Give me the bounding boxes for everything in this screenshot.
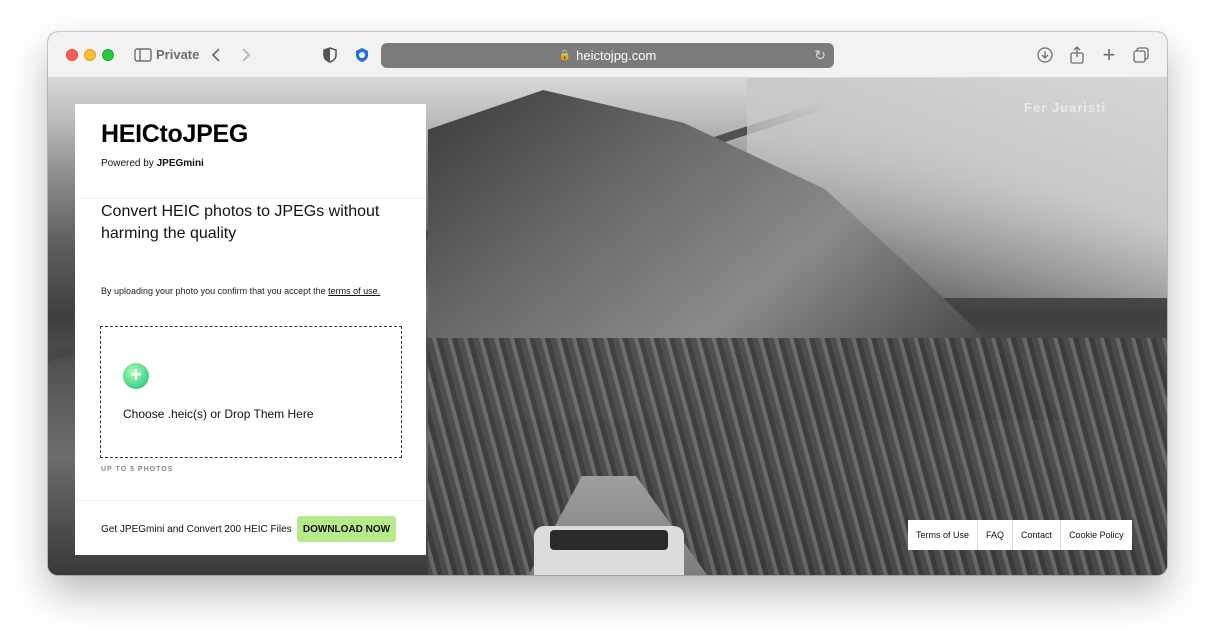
tab-overview-icon[interactable] — [1130, 43, 1152, 67]
footer-link-contact[interactable]: Contact — [1013, 520, 1062, 550]
photo-credit[interactable]: Fer Juaristi — [1024, 100, 1106, 115]
lock-icon: 🔒 — [558, 50, 572, 61]
close-window-button[interactable] — [66, 49, 78, 61]
url-text: heictojpg.com — [576, 48, 657, 63]
terms-notice: By uploading your photo you confirm that… — [101, 284, 401, 298]
powered-brand-name[interactable]: JPEGmini — [157, 158, 204, 169]
choose-files-label[interactable]: Choose .heic(s) or Drop Them Here — [123, 407, 314, 421]
extension-icon[interactable] — [352, 43, 372, 67]
browser-toolbar: Private 🔒 heictojpg.com ↻ + — [48, 32, 1167, 78]
sidebar-toggle-icon[interactable] — [132, 43, 154, 67]
forward-arrow-icon[interactable] — [236, 43, 256, 67]
reload-icon[interactable]: ↻ — [814, 47, 826, 64]
page-headline: Convert HEIC photos to JPEGs without har… — [101, 203, 380, 242]
divider — [75, 500, 426, 501]
back-arrow-icon[interactable] — [206, 43, 226, 67]
file-dropzone[interactable]: + Choose .heic(s) or Drop Them Here — [100, 326, 402, 458]
footer-links: Terms of Use FAQ Contact Cookie Policy — [908, 520, 1132, 550]
new-tab-icon[interactable]: + — [1098, 42, 1120, 67]
brand-title: HEICtoJPEG — [101, 120, 249, 148]
powered-prefix: Powered by — [101, 158, 154, 169]
photo-limit-note: UP TO 5 PHOTOS — [101, 466, 174, 473]
footer-link-cookie-policy[interactable]: Cookie Policy — [1061, 520, 1132, 550]
background-photo-car-window — [550, 530, 668, 550]
page-viewport: Fer Juaristi HEICtoJPEG Powered by JPEGm… — [48, 78, 1167, 575]
divider — [75, 198, 426, 199]
downloads-icon[interactable] — [1034, 43, 1056, 67]
promo-text: Get JPEGmini and Convert 200 HEIC Files — [101, 524, 292, 535]
address-bar[interactable]: 🔒 heictojpg.com ↻ — [381, 43, 834, 68]
zoom-window-button[interactable] — [102, 49, 114, 61]
converter-panel: HEICtoJPEG Powered by JPEGmini Convert H… — [75, 104, 426, 555]
terms-notice-text: By uploading your photo you confirm that… — [101, 286, 326, 296]
share-icon[interactable] — [1066, 43, 1088, 67]
powered-by: Powered by JPEGmini — [101, 158, 204, 169]
privacy-shield-icon[interactable] — [320, 43, 340, 67]
terms-of-use-link[interactable]: terms of use. — [328, 286, 380, 296]
footer-link-terms[interactable]: Terms of Use — [908, 520, 979, 550]
minimize-window-button[interactable] — [84, 49, 96, 61]
plus-icon[interactable]: + — [123, 363, 149, 389]
private-mode-label: Private — [156, 47, 200, 62]
footer-link-faq[interactable]: FAQ — [978, 520, 1014, 550]
download-now-button[interactable]: DOWNLOAD NOW — [297, 516, 396, 542]
browser-window: Private 🔒 heictojpg.com ↻ + Fer Juaristi… — [48, 32, 1167, 575]
